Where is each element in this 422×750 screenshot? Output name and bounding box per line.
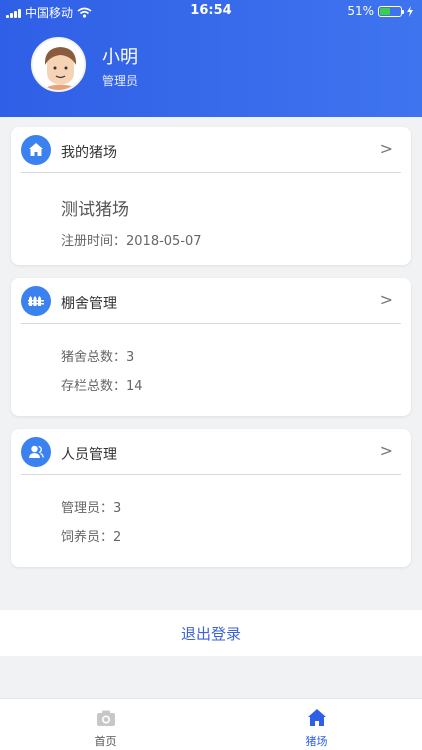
tab-farm-label: 猪场 xyxy=(305,735,328,748)
home-icon xyxy=(21,135,51,165)
logout-button[interactable]: 退出登录 xyxy=(0,610,422,656)
farm-card-header[interactable]: 我的猪场 > xyxy=(21,127,401,173)
home-icon xyxy=(307,709,326,726)
people-icon xyxy=(21,437,51,467)
feeder-count: 饲养员：2 xyxy=(61,526,121,545)
pens-card[interactable]: 棚舍管理 > 猪舍总数：3 存栏总数：14 xyxy=(11,278,411,416)
people-icon-glyph xyxy=(29,445,44,458)
admin-count: 管理员：3 xyxy=(61,497,121,516)
stock-total: 存栏总数：14 xyxy=(61,375,143,394)
tab-farm[interactable]: 猪场 xyxy=(211,699,422,750)
staff-card-title: 人员管理 xyxy=(61,447,117,463)
bottom-nav: 首页 猪场 xyxy=(0,698,422,750)
charging-icon xyxy=(407,5,413,17)
logout-label: 退出登录 xyxy=(180,624,241,643)
chevron-right-icon[interactable]: > xyxy=(380,139,393,158)
status-bar: 中国移动 16:54 51% xyxy=(0,0,422,22)
register-label: 注册时间： xyxy=(61,234,127,249)
pens-card-header[interactable]: 棚舍管理 > xyxy=(21,278,401,324)
user-role: 管理员 xyxy=(102,74,139,88)
status-right: 51% xyxy=(347,4,414,18)
farm-card-title: 我的猪场 xyxy=(61,145,117,161)
feeder-label: 饲养员： xyxy=(61,530,114,545)
chevron-right-icon[interactable]: > xyxy=(380,441,393,460)
pen-total-label: 猪舍总数： xyxy=(61,350,127,365)
user-name: 小明 xyxy=(102,47,138,68)
pens-card-title: 棚舍管理 xyxy=(61,296,117,312)
farm-name: 测试猪场 xyxy=(61,200,129,220)
tab-home-label: 首页 xyxy=(94,735,117,748)
stock-total-value: 14 xyxy=(126,379,143,394)
admin-label: 管理员： xyxy=(61,501,114,516)
pen-total: 猪舍总数：3 xyxy=(61,346,134,365)
avatar[interactable] xyxy=(31,37,86,92)
pen-total-value: 3 xyxy=(126,350,135,365)
register-date: 2018-05-07 xyxy=(126,234,202,249)
battery-fill xyxy=(380,7,391,15)
camera-home-icon xyxy=(96,710,115,726)
fence-icon xyxy=(21,286,51,316)
chevron-right-icon[interactable]: > xyxy=(380,290,393,309)
stock-total-label: 存栏总数： xyxy=(61,379,127,394)
register-time: 注册时间：2018-05-07 xyxy=(61,230,202,249)
battery-percent: 51% xyxy=(347,4,374,18)
fence-icon-glyph xyxy=(28,296,44,306)
farm-card[interactable]: 我的猪场 > 测试猪场 注册时间：2018-05-07 xyxy=(11,127,411,265)
tab-home[interactable]: 首页 xyxy=(0,699,211,750)
admin-value: 3 xyxy=(113,501,122,516)
battery-icon xyxy=(378,5,404,17)
home-icon-glyph xyxy=(29,143,43,156)
staff-card[interactable]: 人员管理 > 管理员：3 饲养员：2 xyxy=(11,429,411,567)
feeder-value: 2 xyxy=(113,530,122,545)
staff-card-header[interactable]: 人员管理 > xyxy=(21,429,401,475)
